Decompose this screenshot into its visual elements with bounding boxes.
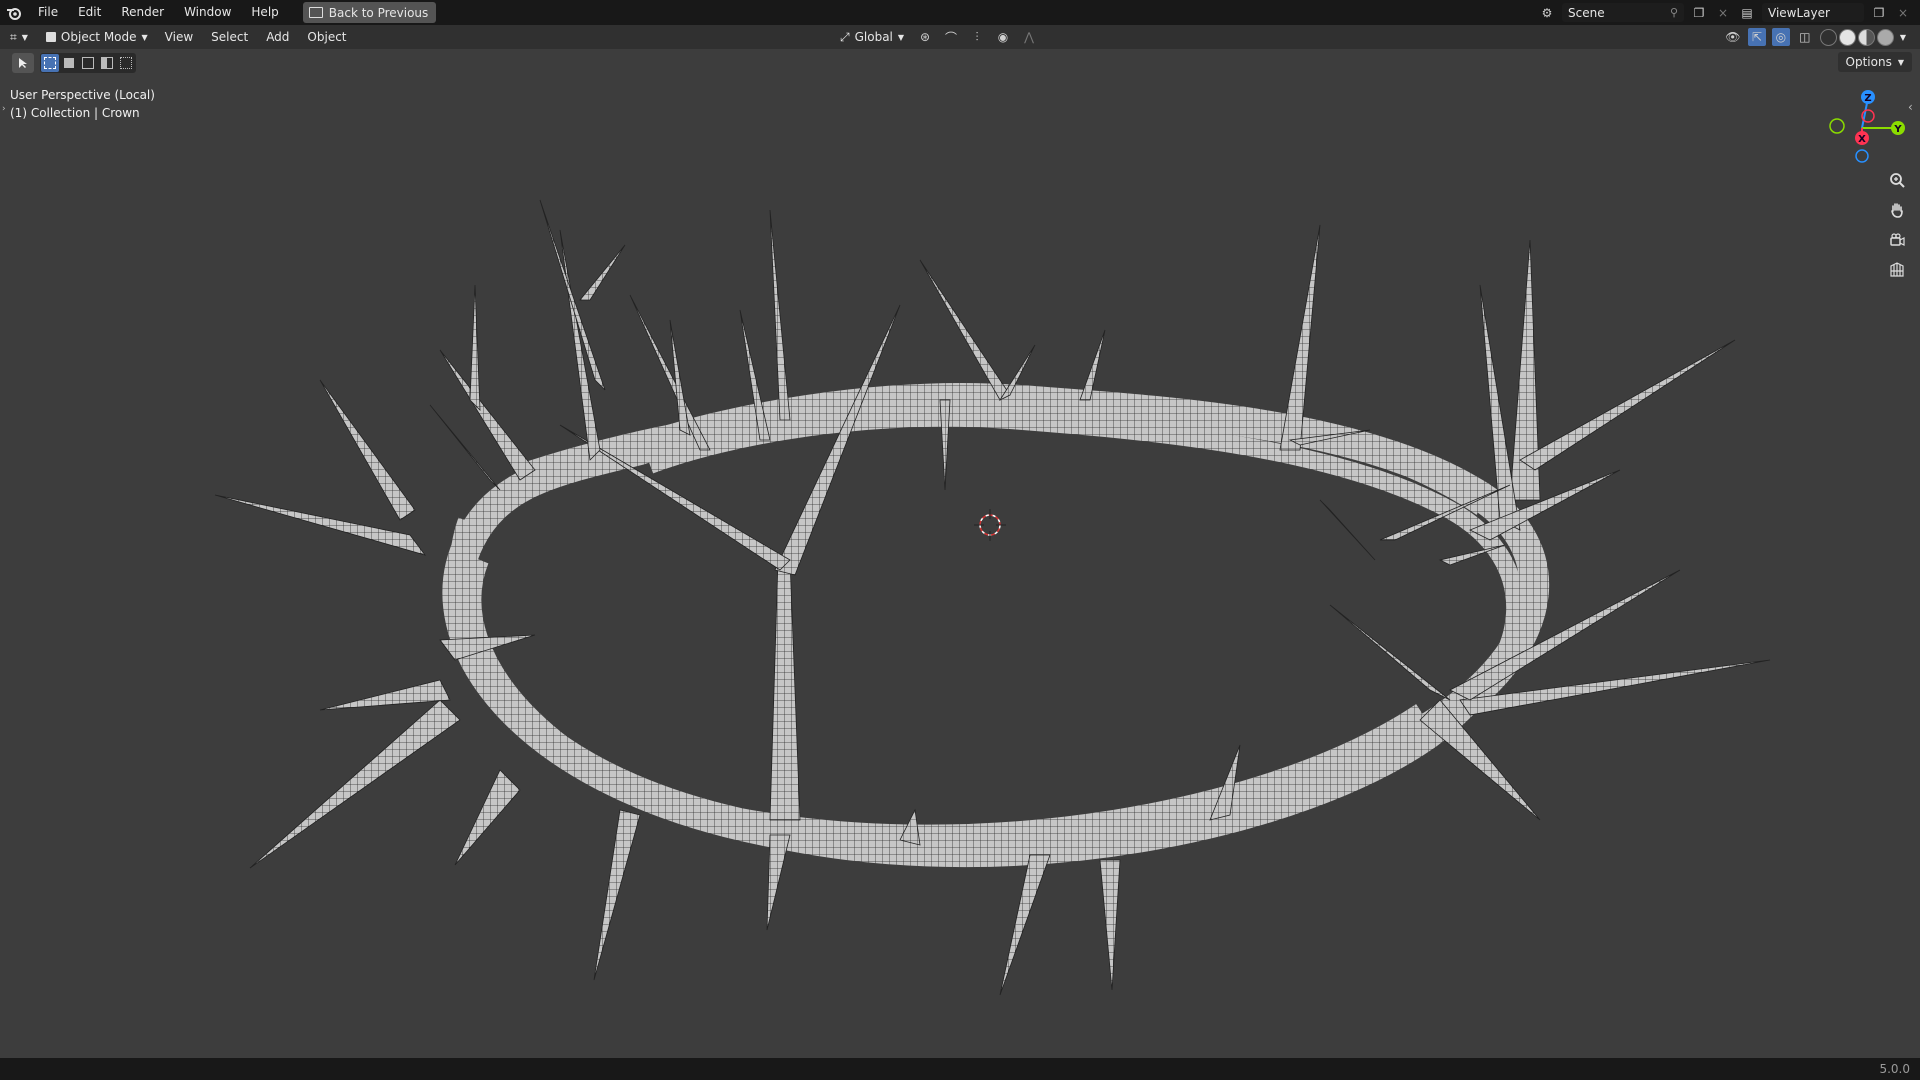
new-scene-icon[interactable]: ❐ xyxy=(1690,4,1708,22)
chevron-down-icon: ▼ xyxy=(897,32,905,42)
y-axis-label: Y xyxy=(1893,124,1902,135)
cursor-arrow-icon xyxy=(19,58,27,68)
select-intersect-icon[interactable] xyxy=(117,54,135,72)
transform-orientation-label: Global xyxy=(854,30,893,44)
menu-view[interactable]: View xyxy=(156,25,202,49)
visibility-icon[interactable]: 👁 xyxy=(1724,28,1742,46)
sidebar-toggle-icon[interactable]: ‹ xyxy=(1908,100,1913,114)
editor-type-dropdown[interactable]: ⌗ ▼ xyxy=(0,25,38,49)
overlay-toggle-icon[interactable]: ◎ xyxy=(1771,28,1790,46)
collection-label: (1) Collection | Crown xyxy=(10,106,140,120)
object-mode-dropdown[interactable]: Object Mode ▼ xyxy=(38,25,156,49)
scene-field[interactable]: Scene ⚲ xyxy=(1562,3,1684,22)
version-label: 5.0.0 xyxy=(1879,1062,1910,1076)
scene-viewlayer-controls: ⚙ Scene ⚲ ❐ × ▤ ViewLayer ❐ × xyxy=(1538,0,1920,25)
transform-tools: ⤢ Global ▼ ⊛ ⌒ ⫶ ◉ ⋀ xyxy=(836,25,1038,49)
chevron-down-icon: ▼ xyxy=(1897,57,1904,67)
expand-arrow-icon[interactable]: › xyxy=(2,104,6,114)
crown-of-thorns-mesh[interactable] xyxy=(214,199,1771,996)
top-menu-bar: File Edit Render Window Help Back to Pre… xyxy=(0,0,1920,25)
material-shading-icon[interactable] xyxy=(1857,28,1875,46)
3d-viewport[interactable] xyxy=(0,0,1920,1080)
select-tool-button[interactable] xyxy=(12,53,34,73)
ortho-grid-icon[interactable] xyxy=(1882,260,1912,280)
menu-edit[interactable]: Edit xyxy=(68,0,111,25)
neg-z-axis-handle[interactable] xyxy=(1855,149,1869,163)
zoom-icon[interactable] xyxy=(1882,170,1912,190)
select-invert-icon[interactable] xyxy=(98,54,116,72)
back-to-previous-label: Back to Previous xyxy=(328,5,429,20)
options-label: Options xyxy=(1845,55,1892,69)
status-bar: 5.0.0 xyxy=(0,1058,1920,1080)
object-mode-icon xyxy=(45,32,56,42)
editor-type-icon: ⌗ xyxy=(10,29,17,44)
z-axis-label: Z xyxy=(1864,93,1871,104)
options-dropdown[interactable]: Options ▼ xyxy=(1837,52,1912,72)
back-to-previous-button[interactable]: Back to Previous xyxy=(302,2,437,23)
delete-viewlayer-icon[interactable]: × xyxy=(1894,4,1912,22)
xray-toggle-icon[interactable]: ◫ xyxy=(1796,28,1814,46)
view-layer-field[interactable]: ViewLayer xyxy=(1762,3,1864,22)
scene-name: Scene xyxy=(1568,5,1605,20)
blender-logo-icon[interactable] xyxy=(0,0,28,25)
select-subtract-icon[interactable] xyxy=(79,54,97,72)
menu-render[interactable]: Render xyxy=(111,0,174,25)
pivot-point-icon[interactable]: ⊛ xyxy=(916,28,934,46)
navigation-gizmo[interactable]: Z Y X xyxy=(1815,86,1915,166)
menu-file[interactable]: File xyxy=(28,0,68,25)
viewlayer-selector-icon[interactable]: ▤ xyxy=(1738,4,1756,22)
viewport-display-tools: 👁 ⇱ ◎ ◫ ▼ xyxy=(1724,25,1906,49)
rendered-shading-icon[interactable] xyxy=(1876,28,1894,46)
snap-icon[interactable]: ⌒ xyxy=(942,28,960,46)
delete-scene-icon[interactable]: × xyxy=(1714,4,1732,22)
x-axis-label: X xyxy=(1858,134,1866,145)
back-screen-icon xyxy=(308,7,323,18)
neg-y-axis-handle[interactable] xyxy=(1829,118,1845,134)
orientation-icon: ⤢ xyxy=(840,29,850,44)
menu-window[interactable]: Window xyxy=(174,0,241,25)
new-viewlayer-icon[interactable]: ❐ xyxy=(1870,4,1888,22)
perspective-label: User Perspective (Local) xyxy=(10,88,155,102)
shading-modes xyxy=(1819,28,1894,46)
menu-help[interactable]: Help xyxy=(241,0,288,25)
chevron-down-icon: ▼ xyxy=(141,32,148,42)
transform-orientation-dropdown[interactable]: ⤢ Global ▼ xyxy=(836,25,908,49)
chevron-down-icon[interactable]: ▼ xyxy=(1900,33,1906,42)
select-extend-icon[interactable] xyxy=(60,54,78,72)
menu-select[interactable]: Select xyxy=(202,25,257,49)
wireframe-shading-icon[interactable] xyxy=(1819,28,1837,46)
menu-add[interactable]: Add xyxy=(257,25,298,49)
viewport-header: ⌗ ▼ Object Mode ▼ View Select Add Object… xyxy=(0,25,1920,49)
selection-mode-group xyxy=(40,53,136,73)
pin-icon[interactable]: ⚲ xyxy=(1670,6,1678,19)
falloff-icon[interactable]: ⋀ xyxy=(1020,28,1038,46)
tool-settings-row xyxy=(12,53,136,73)
chevron-down-icon: ▼ xyxy=(21,32,28,42)
menu-object[interactable]: Object xyxy=(298,25,355,49)
solid-shading-icon[interactable] xyxy=(1838,28,1856,46)
proportional-edit-icon[interactable]: ◉ xyxy=(994,28,1012,46)
navigation-tools xyxy=(1882,170,1912,280)
camera-view-icon[interactable] xyxy=(1882,230,1912,250)
object-mode-label: Object Mode xyxy=(60,30,137,44)
select-new-icon[interactable] xyxy=(41,54,59,72)
pan-hand-icon[interactable] xyxy=(1882,200,1912,220)
view-layer-name: ViewLayer xyxy=(1768,5,1830,20)
3d-cursor-icon xyxy=(974,509,1006,541)
snap-target-icon[interactable]: ⫶ xyxy=(968,28,986,46)
gizmo-toggle-icon[interactable]: ⇱ xyxy=(1747,28,1766,46)
scene-selector-icon[interactable]: ⚙ xyxy=(1538,4,1556,22)
viewport-info-overlay: User Perspective (Local) (1) Collection … xyxy=(10,86,155,122)
